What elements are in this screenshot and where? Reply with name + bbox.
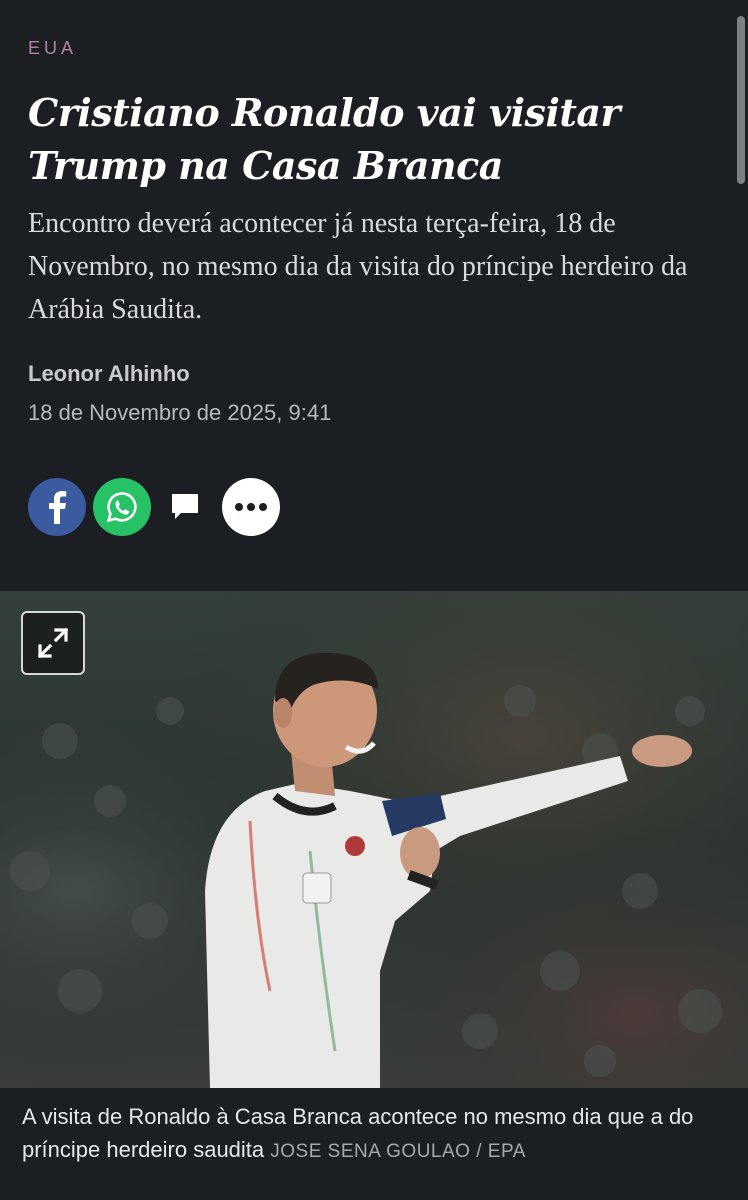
section-label[interactable]: EUA: [28, 38, 77, 59]
article-photo[interactable]: [0, 591, 748, 1088]
scrollbar[interactable]: [737, 16, 745, 184]
more-icon: [235, 503, 267, 511]
headline-line-2: Trump na Casa Branca: [28, 143, 503, 188]
photo-credit: JOSE SENA GOULAO / EPA: [270, 1141, 526, 1162]
share-bar: [28, 478, 280, 536]
expand-photo-button[interactable]: [21, 611, 85, 675]
more-options-button[interactable]: [222, 478, 280, 536]
facebook-icon: [49, 491, 67, 524]
facebook-share-button[interactable]: [28, 478, 86, 536]
expand-icon: [37, 627, 69, 659]
comments-button[interactable]: [157, 478, 213, 536]
headline: Cristiano Ronaldo vai visitar Trump na Ca…: [28, 86, 708, 192]
headline-line-1: Cristiano Ronaldo vai visitar: [28, 90, 621, 135]
photo-caption: A visita de Ronaldo à Casa Branca aconte…: [22, 1100, 727, 1168]
lead-paragraph: Encontro deverá acontecer já nesta terça…: [28, 208, 688, 325]
author-name[interactable]: Leonor Alhinho: [28, 361, 190, 387]
publish-date: 18 de Novembro de 2025, 9:41: [28, 400, 332, 425]
photo-illustration: [0, 591, 748, 1088]
comment-icon: [172, 494, 198, 519]
whatsapp-share-button[interactable]: [93, 478, 151, 536]
whatsapp-icon: [106, 492, 137, 523]
